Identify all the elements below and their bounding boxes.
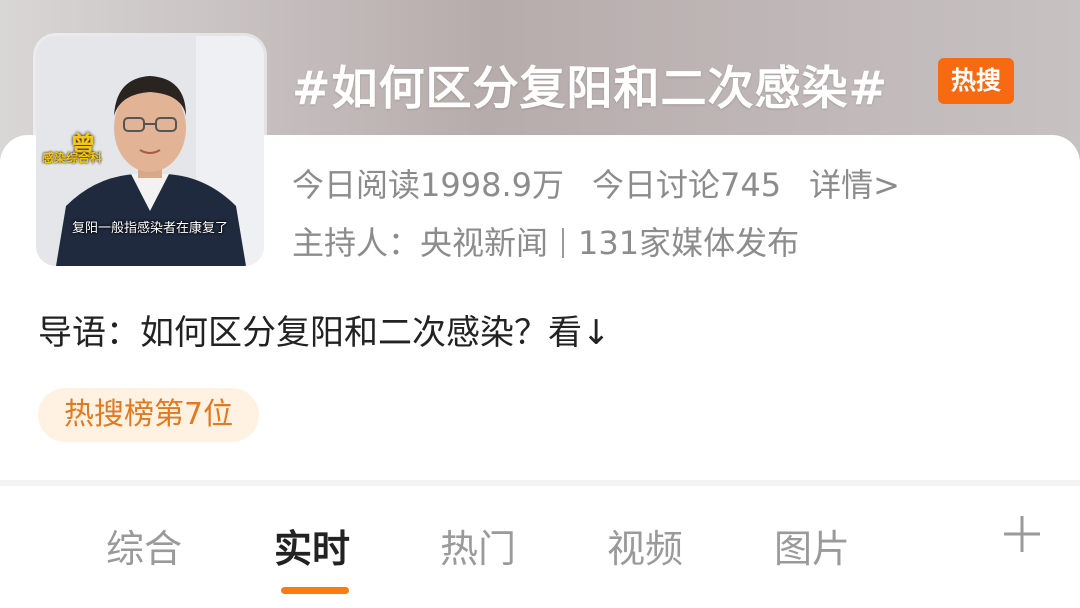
topic-thumbnail[interactable]: 曾 感染综合科 复阳一般指感染者在康复了	[36, 36, 264, 266]
tab-comprehensive[interactable]: 综合	[106, 518, 182, 573]
separator	[562, 228, 565, 258]
hot-badge: 热搜	[938, 58, 1014, 104]
topic-stats: 今日阅读1998.9万 今日讨论745 详情>	[292, 160, 900, 206]
media-count: 131家媒体发布	[578, 224, 800, 262]
thumbnail-caption: 复阳一般指感染者在康复了	[71, 221, 228, 236]
discussions-count: 今日讨论745	[591, 166, 782, 204]
tab-bar: 综合 实时 热门 视频 图片	[0, 486, 1080, 596]
tab-hot[interactable]: 热门	[440, 518, 516, 573]
host-line: 主持人：央视新闻 131家媒体发布	[292, 218, 799, 264]
host-name[interactable]: 主持人：央视新闻	[292, 224, 548, 262]
tab-video[interactable]: 视频	[607, 518, 683, 573]
topic-intro[interactable]: 导语：如何区分复阳和二次感染？看↓	[38, 305, 611, 354]
tab-pictures[interactable]: 图片	[774, 518, 850, 573]
reads-count: 今日阅读1998.9万	[292, 166, 564, 204]
rank-chip[interactable]: 热搜榜第7位	[38, 388, 260, 442]
plus-icon[interactable]	[1000, 512, 1044, 556]
tab-realtime[interactable]: 实时	[274, 518, 350, 573]
active-tab-indicator	[281, 587, 349, 594]
thumbnail-badge-label: 感染综合科	[42, 151, 103, 165]
details-link[interactable]: 详情>	[809, 166, 900, 204]
topic-title: #如何区分复阳和二次感染#	[292, 61, 889, 115]
